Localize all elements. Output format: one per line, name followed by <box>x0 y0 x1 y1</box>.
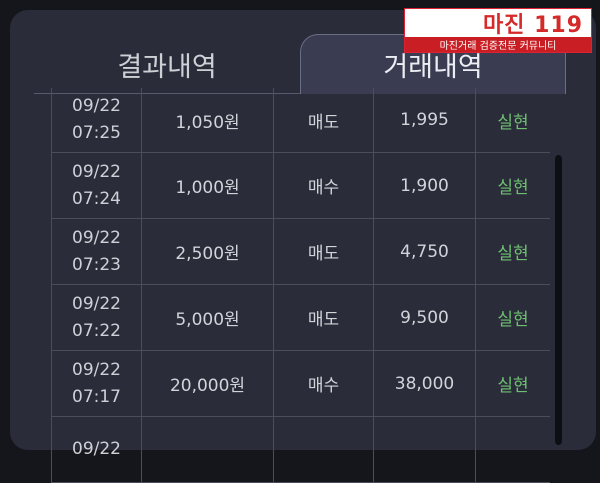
time-text: 07:25 <box>72 123 121 143</box>
price-cell <box>374 417 476 482</box>
type-cell: 매수 <box>274 351 374 416</box>
status-cell: 실현 <box>497 376 529 396</box>
time-text: 07:22 <box>72 320 121 341</box>
date-text: 09/22 <box>72 359 121 380</box>
time-text: 07:23 <box>72 254 121 275</box>
status-cell: 실현 <box>497 178 529 198</box>
status-cell: 실현 <box>497 112 529 133</box>
table-row: 09/22 <box>51 417 550 483</box>
site-logo: 마진 119 마진거래 검증전문 커뮤니티 <box>404 8 592 53</box>
time-cell: 09/22 07:24 <box>51 153 142 218</box>
date-text: 09/22 <box>72 293 121 314</box>
price-cell: 1,995 <box>374 88 476 152</box>
date-text: 09/22 <box>72 439 121 459</box>
time-text: 07:17 <box>72 386 121 407</box>
status-cell: 실현 <box>497 310 529 330</box>
time-cell: 09/22 07:23 <box>51 219 142 284</box>
date-text: 09/22 <box>72 96 121 116</box>
amount-cell: 5,000원 <box>142 285 274 350</box>
time-cell: 09/22 <box>51 417 142 482</box>
logo-title: 마진 119 <box>482 13 583 38</box>
type-cell: 매도 <box>274 88 374 152</box>
table-row: 09/22 07:17 20,000원 매수 38,000 실현 <box>51 351 550 417</box>
price-cell: 9,500 <box>374 285 476 350</box>
amount-cell: 1,000원 <box>142 153 274 218</box>
table-row: 09/22 07:22 5,000원 매도 9,500 실현 <box>51 285 550 351</box>
status-cell <box>476 417 550 482</box>
scrollbar[interactable] <box>555 155 562 445</box>
amount-cell: 20,000원 <box>142 351 274 416</box>
amount-cell <box>142 417 274 482</box>
type-cell: 매수 <box>274 153 374 218</box>
price-cell: 38,000 <box>374 351 476 416</box>
time-cell: 09/22 07:25 <box>51 88 142 152</box>
time-cell: 09/22 07:17 <box>51 351 142 416</box>
time-text: 07:24 <box>72 188 121 209</box>
logo-subtitle: 마진거래 검증전문 커뮤니티 <box>405 37 591 52</box>
amount-cell: 2,500원 <box>142 219 274 284</box>
status-cell: 실현 <box>497 244 529 264</box>
date-text: 09/22 <box>72 227 121 248</box>
tab-results[interactable]: 결과내역 <box>34 34 300 94</box>
type-cell: 매도 <box>274 219 374 284</box>
table-row: 09/22 07:24 1,000원 매수 1,900 실현 <box>51 153 550 219</box>
table-row: 09/22 07:25 1,050원 매도 1,995 실현 <box>51 88 550 153</box>
table-row: 09/22 07:23 2,500원 매도 4,750 실현 <box>51 219 550 285</box>
type-cell <box>274 417 374 482</box>
time-cell: 09/22 07:22 <box>51 285 142 350</box>
price-cell: 1,900 <box>374 153 476 218</box>
amount-cell: 1,050원 <box>142 88 274 152</box>
price-cell: 4,750 <box>374 219 476 284</box>
type-cell: 매도 <box>274 285 374 350</box>
logo-title-area: 마진 119 <box>405 9 591 38</box>
trade-table: 09/22 07:25 1,050원 매도 1,995 실현 09/22 07:… <box>51 88 550 483</box>
date-text: 09/22 <box>72 161 121 182</box>
